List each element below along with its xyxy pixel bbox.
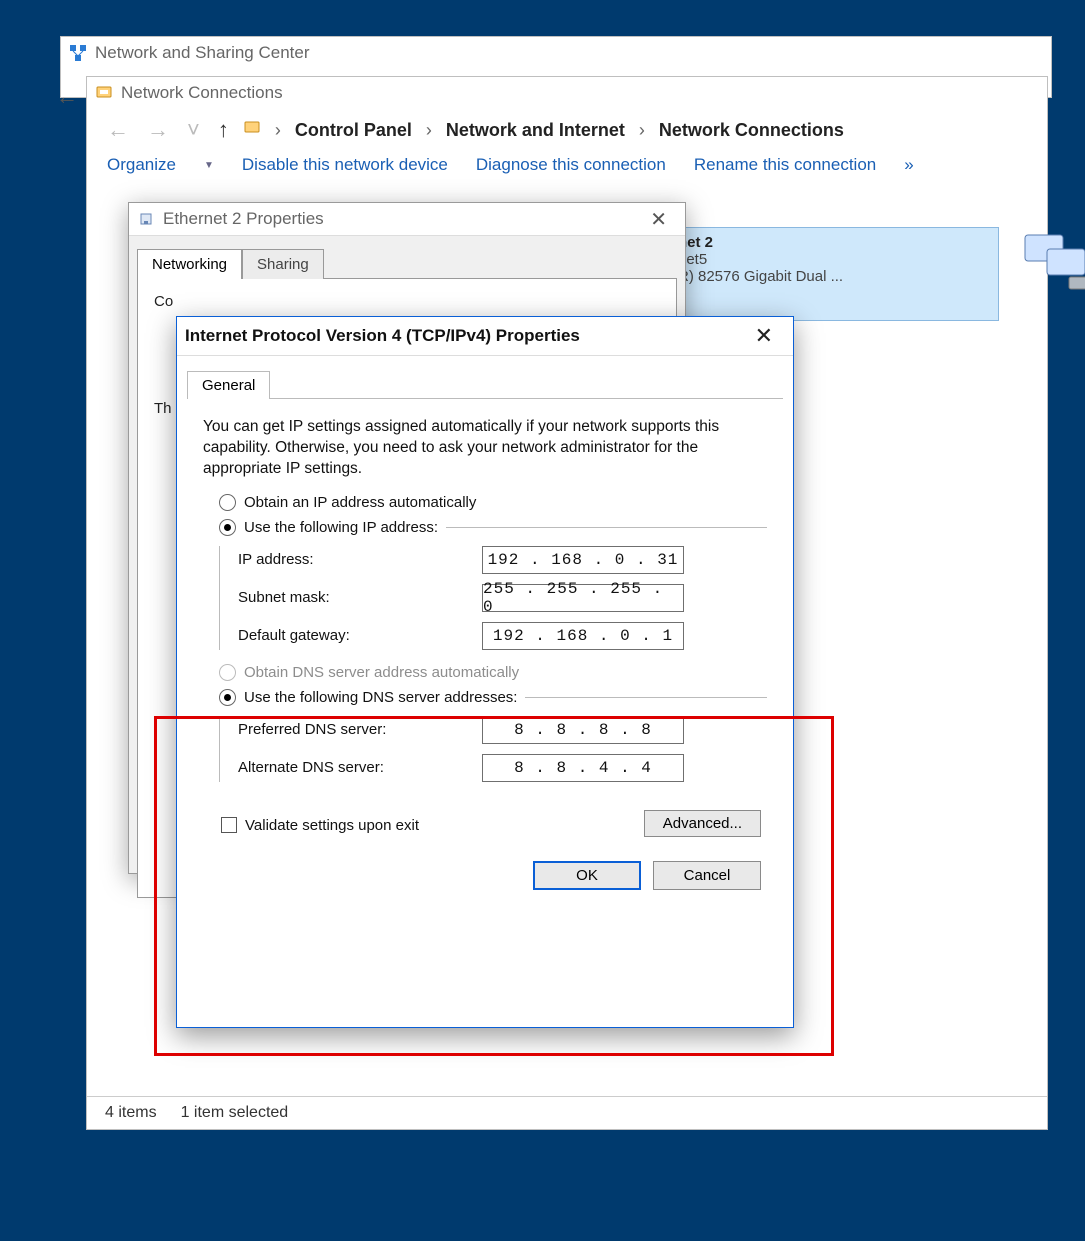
radio-icon bbox=[219, 494, 236, 511]
validate-checkbox[interactable]: Validate settings upon exit bbox=[221, 817, 419, 834]
nav-fwd-icon[interactable]: → bbox=[143, 117, 173, 143]
network-connections-icon bbox=[95, 84, 113, 102]
breadcrumb-toolbar: ← → ˅ ↑ Control Panel Network and Intern… bbox=[87, 109, 1047, 151]
radio-selected-icon bbox=[219, 689, 236, 706]
groupbox-rule bbox=[446, 527, 767, 528]
control-panel-icon bbox=[243, 119, 261, 141]
breadcrumb-sep-icon bbox=[635, 120, 649, 141]
close-icon[interactable]: ✕ bbox=[743, 323, 785, 349]
subnet-mask-input[interactable]: 255 . 255 . 255 . 0 bbox=[482, 584, 684, 612]
window-title: Network and Sharing Center bbox=[95, 43, 310, 63]
radio-dns-auto: Obtain DNS server address automatically bbox=[219, 664, 767, 681]
dropdown-icon[interactable]: ▼ bbox=[204, 160, 214, 171]
radio-disabled-icon bbox=[219, 664, 236, 681]
breadcrumb-sep-icon bbox=[422, 120, 436, 141]
groupbox-rule bbox=[525, 697, 767, 698]
checkbox-label: Validate settings upon exit bbox=[245, 817, 419, 834]
cmd-disable[interactable]: Disable this network device bbox=[242, 155, 448, 175]
radio-label: Use the following IP address: bbox=[244, 519, 446, 536]
command-bar: Organize ▼ Disable this network device D… bbox=[87, 151, 1047, 181]
dialog-title: Ethernet 2 Properties bbox=[163, 209, 324, 229]
nav-history-icon[interactable]: ˅ bbox=[183, 117, 204, 143]
back-arrow-icon[interactable]: ← bbox=[56, 84, 78, 110]
default-gateway-label: Default gateway: bbox=[238, 627, 482, 644]
ok-button[interactable]: OK bbox=[533, 861, 641, 890]
intro-text: You can get IP settings assigned automat… bbox=[203, 417, 767, 480]
window-title: Network Connections bbox=[121, 83, 283, 103]
crumb-control-panel[interactable]: Control Panel bbox=[295, 120, 412, 141]
crumb-network-internet[interactable]: Network and Internet bbox=[446, 120, 625, 141]
radio-ip-manual[interactable]: Use the following IP address: bbox=[219, 519, 767, 536]
network-adapter-large-icon bbox=[1019, 227, 1085, 297]
radio-label: Obtain an IP address automatically bbox=[244, 494, 476, 511]
cutoff-text: Co bbox=[154, 293, 660, 310]
adapter-status: net5 bbox=[678, 251, 988, 268]
radio-selected-icon bbox=[219, 519, 236, 536]
close-icon[interactable]: ✕ bbox=[640, 207, 677, 232]
status-selected: 1 item selected bbox=[181, 1104, 289, 1122]
tab-networking[interactable]: Networking bbox=[137, 249, 242, 279]
nav-up-icon[interactable]: ↑ bbox=[214, 117, 233, 143]
checkbox-icon bbox=[221, 817, 237, 833]
adapter-name: net 2 bbox=[678, 234, 988, 251]
radio-dns-manual[interactable]: Use the following DNS server addresses: bbox=[219, 689, 767, 706]
breadcrumb-sep-icon bbox=[271, 120, 285, 141]
preferred-dns-label: Preferred DNS server: bbox=[238, 721, 482, 738]
ip-address-input[interactable]: 192 . 168 . 0 . 31 bbox=[482, 546, 684, 574]
cmd-diagnose[interactable]: Diagnose this connection bbox=[476, 155, 666, 175]
cmd-more[interactable]: » bbox=[904, 155, 913, 175]
radio-label: Use the following DNS server addresses: bbox=[244, 689, 525, 706]
dialog-ipv4-properties: Internet Protocol Version 4 (TCP/IPv4) P… bbox=[176, 316, 794, 1028]
crumb-network-connections[interactable]: Network Connections bbox=[659, 120, 844, 141]
subnet-mask-label: Subnet mask: bbox=[238, 589, 482, 606]
dialog-title: Internet Protocol Version 4 (TCP/IPv4) P… bbox=[185, 326, 580, 346]
status-items: 4 items bbox=[105, 1104, 157, 1122]
adapter-device: R) 82576 Gigabit Dual ... bbox=[678, 268, 988, 285]
nav-back-icon[interactable]: ← bbox=[103, 117, 133, 143]
network-sharing-icon bbox=[69, 44, 87, 62]
cancel-button[interactable]: Cancel bbox=[653, 861, 761, 890]
cmd-organize[interactable]: Organize bbox=[107, 155, 176, 175]
alternate-dns-label: Alternate DNS server: bbox=[238, 759, 482, 776]
preferred-dns-input[interactable]: 8 . 8 . 8 . 8 bbox=[482, 716, 684, 744]
tab-general[interactable]: General bbox=[187, 371, 270, 399]
advanced-button[interactable]: Advanced... bbox=[644, 810, 761, 837]
tab-sharing[interactable]: Sharing bbox=[242, 249, 324, 279]
status-bar: 4 items 1 item selected bbox=[87, 1096, 1047, 1129]
cmd-rename[interactable]: Rename this connection bbox=[694, 155, 876, 175]
radio-ip-auto[interactable]: Obtain an IP address automatically bbox=[219, 494, 767, 511]
alternate-dns-input[interactable]: 8 . 8 . 4 . 4 bbox=[482, 754, 684, 782]
ip-address-label: IP address: bbox=[238, 551, 482, 568]
radio-label: Obtain DNS server address automatically bbox=[244, 664, 519, 681]
ethernet-icon bbox=[137, 210, 155, 228]
default-gateway-input[interactable]: 192 . 168 . 0 . 1 bbox=[482, 622, 684, 650]
adapter-ethernet2-selected[interactable]: net 2 net5 R) 82576 Gigabit Dual ... bbox=[667, 227, 999, 321]
